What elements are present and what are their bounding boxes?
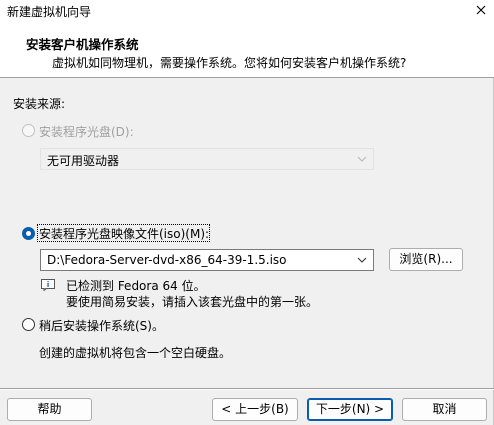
detect-message-line1: 已检测到 Fedora 64 位。	[66, 279, 206, 293]
help-button[interactable]: 帮助	[7, 398, 92, 421]
back-button[interactable]: < 上一步(B)	[212, 398, 298, 421]
iso-path-combo[interactable]: D:\Fedora-Server-dvd-x86_64-39-1.5.iso	[40, 249, 374, 271]
window-title: 新建虚拟机向导	[7, 5, 92, 19]
close-button[interactable]	[472, 1, 490, 19]
iso-path-value: D:\Fedora-Server-dvd-x86_64-39-1.5.iso	[47, 253, 287, 267]
later-radio[interactable]	[22, 318, 35, 331]
wizard-header: 安装客户机操作系统 虚拟机如同物理机，需要操作系统。您将如何安装客户机操作系统?	[0, 22, 494, 78]
close-icon	[476, 5, 486, 15]
chevron-down-icon	[357, 156, 367, 162]
footer-divider	[0, 388, 494, 390]
later-description: 创建的虚拟机将包含一个空白硬盘。	[39, 346, 232, 360]
disc-drive-select[interactable]: 无可用驱动器	[40, 148, 374, 170]
disc-radio-label: 安装程序光盘(D):	[39, 125, 134, 139]
disc-radio[interactable]	[22, 124, 35, 137]
title-bar: 新建虚拟机向导	[0, 0, 494, 22]
chevron-down-icon	[357, 257, 367, 263]
info-icon	[41, 279, 55, 291]
page-subtitle: 虚拟机如同物理机，需要操作系统。您将如何安装客户机操作系统?	[52, 56, 407, 70]
page-title: 安装客户机操作系统	[26, 37, 139, 52]
cancel-button[interactable]: 取消	[402, 398, 487, 421]
next-button[interactable]: 下一步(N) >	[307, 398, 393, 421]
detect-message-line2: 要使用简易安装，请插入该套光盘中的第一张。	[66, 295, 319, 309]
install-source-label: 安装来源:	[13, 97, 66, 111]
new-vm-wizard-window: 新建虚拟机向导 安装客户机操作系统 虚拟机如同物理机，需要操作系统。您将如何安装…	[0, 0, 494, 425]
disc-drive-value: 无可用驱动器	[47, 154, 120, 168]
browse-button[interactable]: 浏览(R)...	[389, 248, 463, 271]
iso-radio-label: 安装程序光盘映像文件(iso)(M):	[39, 227, 210, 241]
iso-radio[interactable]	[22, 227, 35, 240]
later-radio-label: 稍后安装操作系统(S)。	[39, 319, 164, 333]
